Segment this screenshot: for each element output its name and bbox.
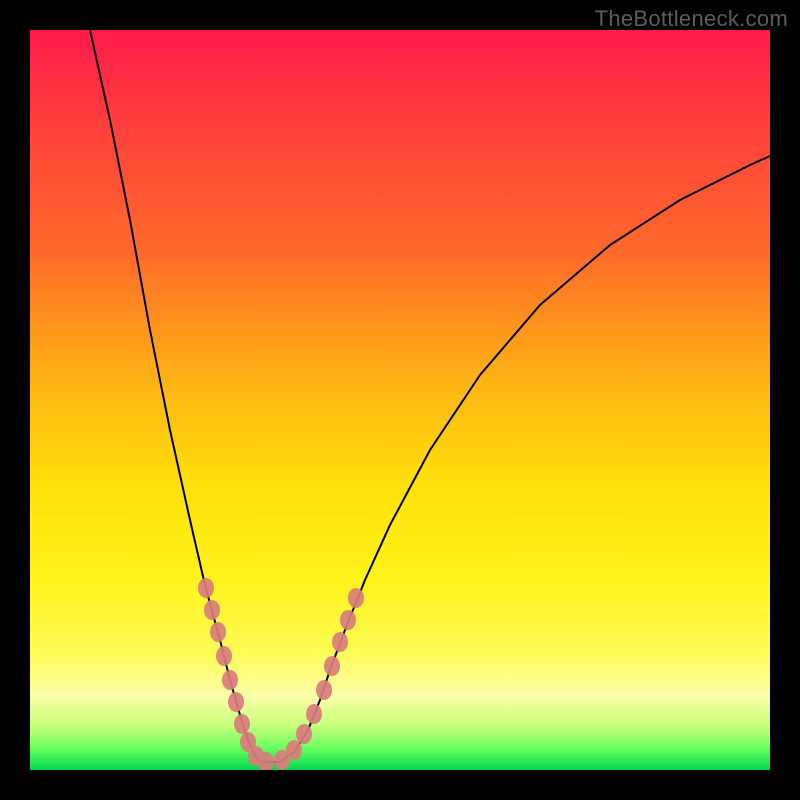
data-marker — [222, 670, 238, 690]
data-marker — [210, 622, 226, 642]
data-marker — [332, 632, 348, 652]
data-marker — [306, 704, 322, 724]
data-marker — [316, 680, 332, 700]
data-marker — [204, 600, 220, 620]
markers-right-group — [274, 588, 364, 770]
data-marker — [216, 646, 232, 666]
plot-area — [30, 30, 770, 770]
data-marker — [296, 724, 312, 744]
data-marker — [228, 692, 244, 712]
data-marker — [340, 610, 356, 630]
data-marker — [286, 740, 302, 760]
watermark-text: TheBottleneck.com — [595, 6, 788, 32]
data-marker — [348, 588, 364, 608]
markers-left-group — [198, 578, 274, 770]
chart-svg — [30, 30, 770, 770]
chart-frame: TheBottleneck.com — [0, 0, 800, 800]
curve-left — [90, 30, 260, 762]
data-marker — [198, 578, 214, 598]
data-marker — [324, 656, 340, 676]
data-marker — [234, 714, 250, 734]
